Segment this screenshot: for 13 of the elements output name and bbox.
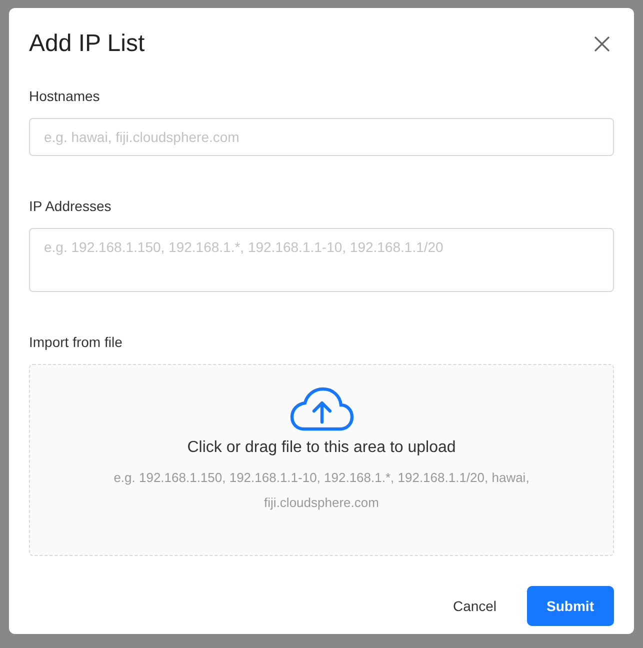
field-label: IP Addresses [29, 198, 112, 214]
field-label: Hostnames [29, 88, 101, 104]
upload-title: Click or drag file to this area to upload [187, 439, 456, 457]
field-label: Import from file [29, 334, 124, 350]
close-icon[interactable] [594, 36, 610, 52]
text-area[interactable]: e.g. 192.168.1.150, 192.168.1.*, 192.168.1.1-10, 192.168.1.1/20 [29, 228, 614, 292]
cloud-upload-icon [290, 387, 354, 431]
input-field[interactable]: e.g. hawai, fiji.cloudsphere.com [29, 118, 614, 156]
submit-button[interactable]: Submit [526, 586, 614, 626]
upload-area[interactable]: Click or drag file to this area to upload e.g. 192.168.1.150, 192.168.1.1-10, 192.168.1.*, 192.168.1.1/20, hawai, fiji.cloudsphere.com [29, 364, 614, 556]
dialog-title: Add IP List [29, 30, 145, 58]
cancel-button[interactable]: Cancel [432, 586, 517, 626]
upload-hint: e.g. 192.168.1.150, 192.168.1.1-10, 192.168.1.*, 192.168.1.1/20, hawai, fiji.cloudsphere.com [112, 469, 530, 512]
